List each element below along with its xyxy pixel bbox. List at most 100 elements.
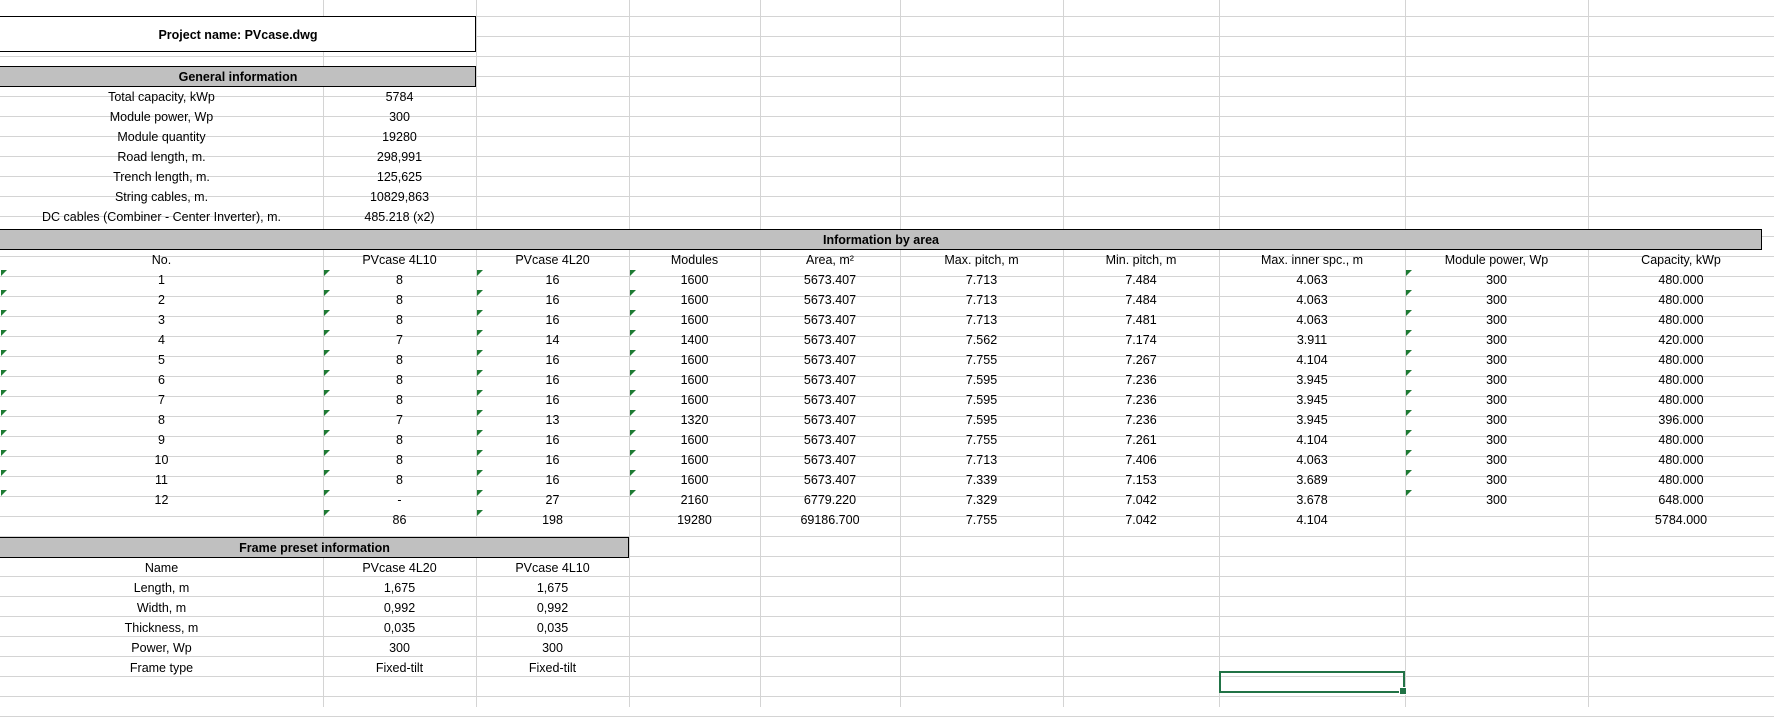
area-table-cell[interactable]: 3.911 xyxy=(1219,330,1405,350)
general-info-value[interactable]: 485.218 (x2) xyxy=(323,207,476,227)
area-table-cell[interactable]: 480.000 xyxy=(1588,430,1774,450)
area-table-cell[interactable]: 5673.407 xyxy=(760,430,900,450)
area-table-cell[interactable]: 7.261 xyxy=(1063,430,1219,450)
area-table-cell[interactable]: 4.063 xyxy=(1219,450,1405,470)
area-total-cell[interactable]: 69186.700 xyxy=(760,510,900,530)
area-table-cell[interactable]: 3.689 xyxy=(1219,470,1405,490)
area-table-cell[interactable]: 1600 xyxy=(629,290,760,310)
area-table-cell[interactable]: 420.000 xyxy=(1588,330,1774,350)
area-table-cell[interactable]: 8 xyxy=(323,290,476,310)
area-table-cell[interactable]: 300 xyxy=(1405,310,1588,330)
general-info-value[interactable]: 300 xyxy=(323,107,476,127)
area-column-header[interactable]: Capacity, kWp xyxy=(1588,250,1774,270)
area-table-cell[interactable]: 8 xyxy=(0,410,323,430)
area-table-cell[interactable]: 7.236 xyxy=(1063,370,1219,390)
area-table-cell[interactable]: 300 xyxy=(1405,450,1588,470)
frame-table-cell[interactable]: 1,675 xyxy=(323,578,476,598)
area-table-cell[interactable]: 5673.407 xyxy=(760,350,900,370)
area-table-cell[interactable]: 7.755 xyxy=(900,350,1063,370)
area-table-cell[interactable]: 7 xyxy=(323,330,476,350)
area-table-cell[interactable]: 7 xyxy=(323,410,476,430)
area-total-cell[interactable]: 7.755 xyxy=(900,510,1063,530)
general-info-label[interactable]: Total capacity, kWp xyxy=(0,87,323,107)
area-table-cell[interactable]: 8 xyxy=(323,430,476,450)
area-table-cell[interactable]: 7.153 xyxy=(1063,470,1219,490)
frame-table-cell[interactable]: Power, Wp xyxy=(0,638,323,658)
area-table-cell[interactable]: 7.595 xyxy=(900,390,1063,410)
area-table-cell[interactable]: 480.000 xyxy=(1588,310,1774,330)
area-table-cell[interactable]: 16 xyxy=(476,450,629,470)
area-table-cell[interactable]: - xyxy=(323,490,476,510)
area-table-cell[interactable]: 11 xyxy=(0,470,323,490)
area-table-cell[interactable]: 7.484 xyxy=(1063,270,1219,290)
area-table-cell[interactable]: 480.000 xyxy=(1588,370,1774,390)
area-table-cell[interactable]: 3 xyxy=(0,310,323,330)
area-table-cell[interactable]: 1600 xyxy=(629,470,760,490)
frame-table-cell[interactable]: Length, m xyxy=(0,578,323,598)
area-total-cell[interactable]: 7.042 xyxy=(1063,510,1219,530)
area-table-cell[interactable]: 1600 xyxy=(629,370,760,390)
area-table-cell[interactable]: 648.000 xyxy=(1588,490,1774,510)
area-table-cell[interactable]: 4.063 xyxy=(1219,290,1405,310)
frame-column-header[interactable]: PVcase 4L20 xyxy=(323,558,476,578)
area-column-header[interactable]: Max. pitch, m xyxy=(900,250,1063,270)
area-table-cell[interactable]: 7.713 xyxy=(900,450,1063,470)
frame-preset-header[interactable]: Frame preset information xyxy=(0,538,629,558)
area-table-cell[interactable]: 5673.407 xyxy=(760,270,900,290)
area-table-cell[interactable]: 7.713 xyxy=(900,290,1063,310)
general-info-value[interactable]: 5784 xyxy=(323,87,476,107)
area-table-cell[interactable]: 2 xyxy=(0,290,323,310)
frame-table-cell[interactable]: 0,992 xyxy=(323,598,476,618)
area-table-cell[interactable]: 300 xyxy=(1405,270,1588,290)
general-info-label[interactable]: Trench length, m. xyxy=(0,167,323,187)
area-table-cell[interactable]: 8 xyxy=(323,310,476,330)
area-table-cell[interactable]: 7.236 xyxy=(1063,410,1219,430)
area-table-cell[interactable]: 7.713 xyxy=(900,310,1063,330)
area-table-cell[interactable]: 7 xyxy=(0,390,323,410)
area-table-cell[interactable]: 5673.407 xyxy=(760,370,900,390)
spreadsheet-grid[interactable]: Project name: PVcase.dwg General informat… xyxy=(0,0,1774,717)
area-table-cell[interactable]: 300 xyxy=(1405,470,1588,490)
area-total-cell[interactable]: 86 xyxy=(323,510,476,530)
area-table-cell[interactable]: 2160 xyxy=(629,490,760,510)
area-table-cell[interactable]: 4.063 xyxy=(1219,270,1405,290)
area-table-cell[interactable]: 8 xyxy=(323,370,476,390)
area-table-cell[interactable]: 4.063 xyxy=(1219,310,1405,330)
area-table-cell[interactable]: 1600 xyxy=(629,390,760,410)
area-table-cell[interactable]: 1400 xyxy=(629,330,760,350)
area-table-cell[interactable]: 1600 xyxy=(629,310,760,330)
area-table-cell[interactable]: 6779.220 xyxy=(760,490,900,510)
general-info-label[interactable]: DC cables (Combiner - Center Inverter), … xyxy=(0,207,323,227)
area-total-cell[interactable]: 4.104 xyxy=(1219,510,1405,530)
area-table-cell[interactable]: 480.000 xyxy=(1588,270,1774,290)
area-table-cell[interactable]: 4 xyxy=(0,330,323,350)
area-table-cell[interactable]: 1600 xyxy=(629,270,760,290)
general-info-label[interactable]: String cables, m. xyxy=(0,187,323,207)
area-table-cell[interactable]: 10 xyxy=(0,450,323,470)
frame-table-cell[interactable]: Frame type xyxy=(0,658,323,678)
area-total-cell[interactable]: 19280 xyxy=(629,510,760,530)
general-info-label[interactable]: Module power, Wp xyxy=(0,107,323,127)
area-table-cell[interactable]: 300 xyxy=(1405,370,1588,390)
area-table-cell[interactable]: 8 xyxy=(323,390,476,410)
frame-table-cell[interactable]: Width, m xyxy=(0,598,323,618)
frame-column-header[interactable]: PVcase 4L10 xyxy=(476,558,629,578)
area-table-cell[interactable]: 1 xyxy=(0,270,323,290)
area-table-cell[interactable]: 7.042 xyxy=(1063,490,1219,510)
area-table-cell[interactable]: 3.945 xyxy=(1219,390,1405,410)
general-info-label[interactable]: Road length, m. xyxy=(0,147,323,167)
area-table-cell[interactable]: 5673.407 xyxy=(760,410,900,430)
area-table-cell[interactable]: 27 xyxy=(476,490,629,510)
area-table-cell[interactable]: 480.000 xyxy=(1588,350,1774,370)
area-table-cell[interactable]: 7.339 xyxy=(900,470,1063,490)
area-total-cell[interactable]: 198 xyxy=(476,510,629,530)
frame-table-cell[interactable]: 0,992 xyxy=(476,598,629,618)
area-table-cell[interactable]: 1600 xyxy=(629,350,760,370)
general-info-value[interactable]: 10829,863 xyxy=(323,187,476,207)
area-table-cell[interactable]: 7.329 xyxy=(900,490,1063,510)
area-table-cell[interactable]: 300 xyxy=(1405,490,1588,510)
area-table-cell[interactable]: 6 xyxy=(0,370,323,390)
area-table-cell[interactable]: 7.595 xyxy=(900,370,1063,390)
area-table-cell[interactable]: 16 xyxy=(476,470,629,490)
area-table-cell[interactable]: 8 xyxy=(323,270,476,290)
